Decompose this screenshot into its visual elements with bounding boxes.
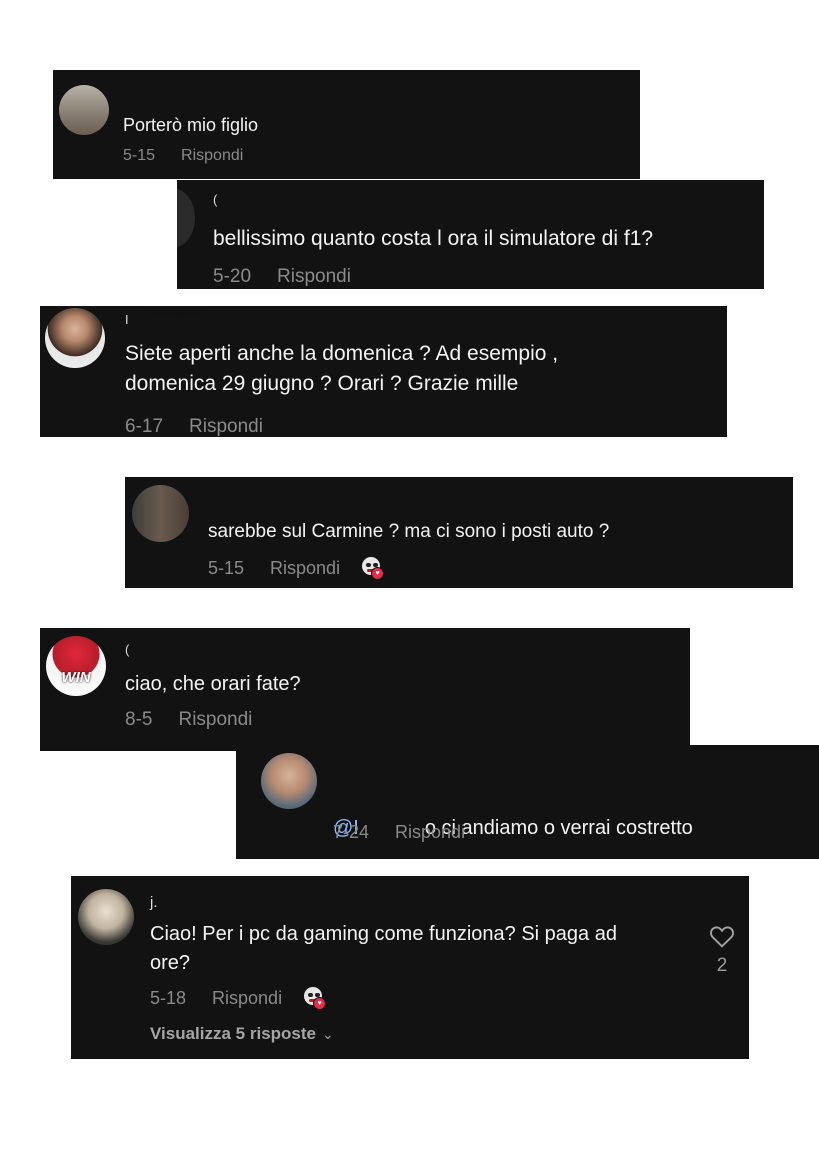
comment-card: ( bellissimo quanto costa l ora il simul…: [177, 180, 764, 289]
comment-meta: 6-17 Rispondi: [125, 416, 263, 437]
comment-date: 8-5: [125, 709, 153, 730]
comment-username[interactable]: j.: [150, 894, 158, 911]
comment-date: 5-15: [123, 147, 156, 164]
comment-text: bellissimo quanto costa l ora il simulat…: [213, 227, 654, 250]
avatar[interactable]: [177, 188, 195, 248]
comment-username[interactable]: (: [125, 642, 129, 657]
comment-username[interactable]: I: [125, 312, 129, 327]
avatar[interactable]: [45, 308, 105, 368]
comment-text: Ciao! Per i pc da gaming come funziona? …: [150, 923, 617, 974]
view-replies-label: Visualizza 5 risposte: [150, 1024, 316, 1043]
avatar[interactable]: [132, 485, 189, 542]
comment-card: sarebbe sul Carmine ? ma ci sono i posti…: [125, 477, 793, 588]
avatar[interactable]: [261, 753, 317, 809]
redaction-mark: [134, 306, 224, 314]
reply-button[interactable]: Rispondi: [395, 822, 465, 843]
comment-text: Siete aperti anche la domenica ? Ad esem…: [125, 342, 559, 396]
reply-button[interactable]: Rispondi: [178, 709, 252, 731]
view-replies-button[interactable]: Visualizza 5 risposte ⌄: [150, 1024, 334, 1044]
comment-username[interactable]: (: [213, 192, 217, 207]
comment-card: WIN ( ciao, che orari fate? 8-5 Rispondi: [40, 628, 690, 751]
comment-date: 5-18: [150, 987, 187, 1008]
reply-button[interactable]: Rispondi: [212, 988, 282, 1009]
comment-date: 5-15: [208, 557, 245, 578]
comment-card: @I o ci andiamo o verrai costretto 7-24 R…: [236, 745, 819, 859]
comment-date: 6-17: [125, 416, 164, 437]
creator-liked-icon: ♥: [360, 556, 385, 580]
comment-text: sarebbe sul Carmine ? ma ci sono i posti…: [208, 521, 610, 542]
comment-date: 5-20: [213, 266, 252, 287]
comment-meta: 5-15 Rispondi ♥: [208, 556, 385, 580]
comment-meta: 5-18 Rispondi ♥: [150, 986, 327, 1010]
avatar[interactable]: WIN: [46, 636, 106, 696]
like-button[interactable]: 2: [707, 924, 737, 977]
reply-button[interactable]: Rispondi: [189, 416, 263, 437]
avatar[interactable]: [78, 889, 134, 945]
reply-button[interactable]: Rispondi: [270, 558, 340, 579]
reply-button[interactable]: Rispondi: [181, 147, 243, 165]
comment-date: 7-24: [333, 822, 370, 842]
comment-meta: 5-15 Rispondi: [123, 147, 243, 165]
comment-meta: 8-5 Rispondi: [125, 709, 252, 731]
like-count: 2: [716, 955, 728, 976]
creator-liked-icon: ♥: [302, 986, 327, 1010]
comment-text: ciao, che orari fate?: [125, 673, 301, 695]
comment-card: Porterò mio figlio 5-15 Rispondi: [53, 70, 640, 179]
avatar-label: WIN: [61, 669, 91, 686]
chevron-down-icon: ⌄: [321, 1026, 334, 1042]
reply-button[interactable]: Rispondi: [277, 266, 351, 288]
comment-text: Porterò mio figlio: [123, 115, 259, 135]
avatar[interactable]: [59, 85, 109, 135]
comment-meta: 5-20 Rispondi: [213, 266, 351, 288]
comment-meta: 7-24 Rispondi: [333, 822, 465, 843]
heart-outline-icon: [710, 926, 734, 948]
comment-card: j. Ciao! Per i pc da gaming come funzion…: [71, 876, 749, 1059]
comment-card: I Siete aperti anche la domenica ? Ad es…: [40, 306, 727, 437]
